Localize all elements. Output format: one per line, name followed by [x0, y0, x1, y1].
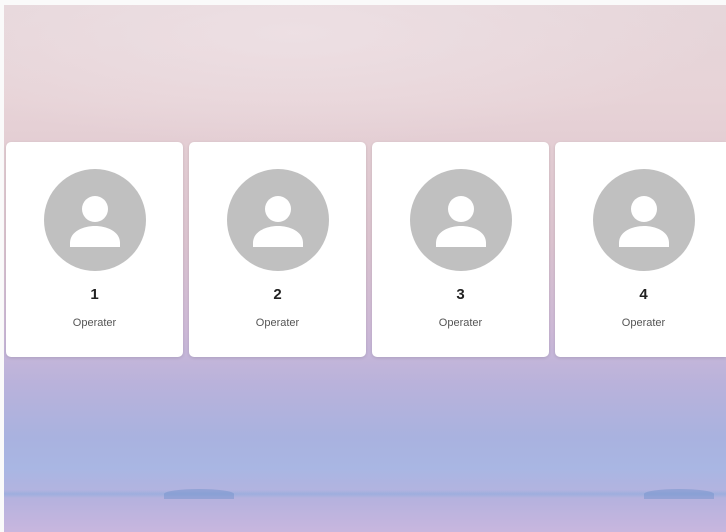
user-card-1[interactable]: 1 Operater	[6, 142, 183, 357]
distant-island-right	[644, 489, 714, 499]
sky-haze	[4, 5, 726, 145]
user-role-label: Operater	[621, 317, 666, 329]
person-icon	[592, 169, 695, 271]
user-number: 1	[90, 286, 99, 303]
user-card-4[interactable]: 4 Operater	[555, 142, 726, 357]
user-number: 3	[456, 286, 465, 303]
user-number: 4	[639, 286, 648, 303]
user-role-label: Operater	[72, 317, 117, 329]
user-number: 2	[273, 286, 282, 303]
user-card-3[interactable]: 3 Operater	[372, 142, 549, 357]
person-icon	[43, 169, 146, 271]
user-role-label: Operater	[255, 317, 300, 329]
person-icon	[409, 169, 512, 271]
person-icon	[226, 169, 329, 271]
login-screen: 1 Operater 2 Operater 3 Operater 4 Opera…	[0, 0, 726, 532]
user-card-list: 1 Operater 2 Operater 3 Operater 4 Opera…	[6, 142, 726, 357]
distant-island-left	[164, 489, 234, 499]
user-card-2[interactable]: 2 Operater	[189, 142, 366, 357]
horizon-line	[4, 490, 726, 498]
user-role-label: Operater	[438, 317, 483, 329]
